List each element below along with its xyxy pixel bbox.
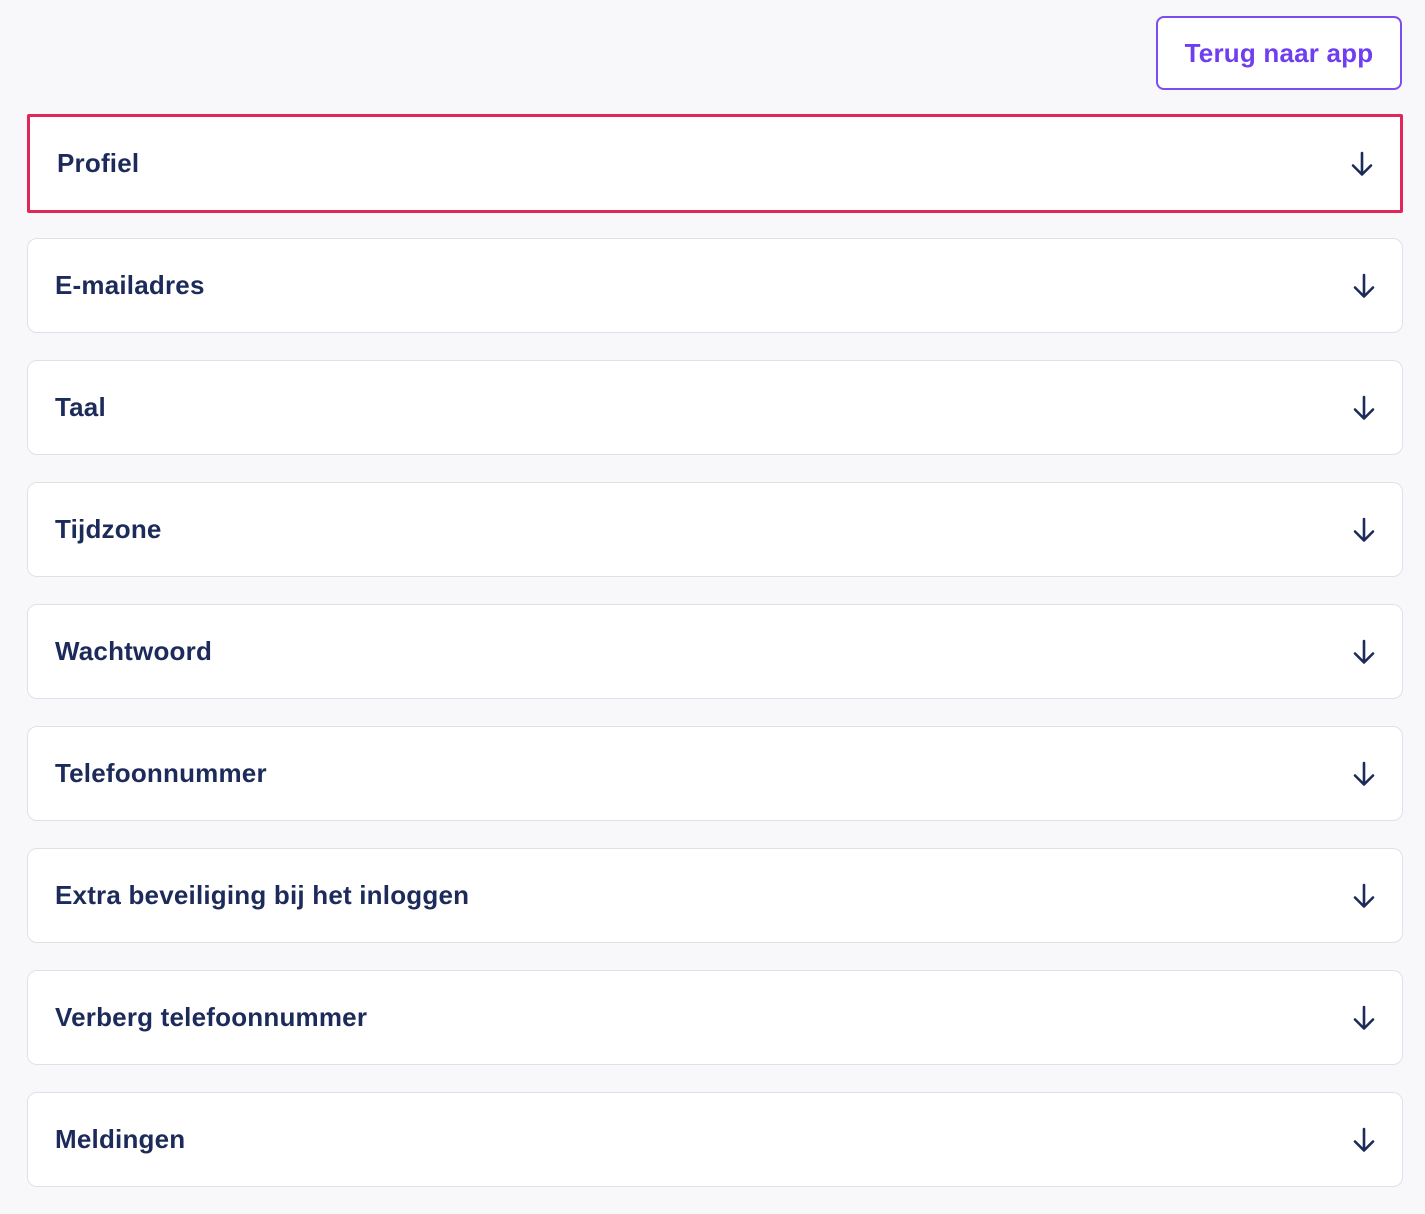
accordion-item-meldingen[interactable]: Meldingen xyxy=(27,1092,1403,1187)
top-bar: Terug naar app xyxy=(1156,16,1402,90)
accordion-item-label: Meldingen xyxy=(55,1124,186,1154)
accordion-item-verberg-telefoonnummer[interactable]: Verberg telefoonnummer xyxy=(27,970,1403,1065)
arrow-down-icon[interactable] xyxy=(1346,390,1382,426)
accordion-item-label: Tijdzone xyxy=(55,514,162,544)
accordion-item-taal[interactable]: Taal xyxy=(27,360,1403,455)
arrow-down-icon[interactable] xyxy=(1346,878,1382,914)
accordion-item-wachtwoord[interactable]: Wachtwoord xyxy=(27,604,1403,699)
settings-accordion-list: Profiel E-mailadres Taal Tijdzone Wachtw… xyxy=(27,114,1403,1214)
accordion-item-label: Verberg telefoonnummer xyxy=(55,1002,368,1032)
accordion-item-label: Profiel xyxy=(57,148,140,178)
accordion-item-tijdzone[interactable]: Tijdzone xyxy=(27,482,1403,577)
accordion-item-telefoonnummer[interactable]: Telefoonnummer xyxy=(27,726,1403,821)
arrow-down-icon[interactable] xyxy=(1346,1122,1382,1158)
arrow-down-icon[interactable] xyxy=(1346,1000,1382,1036)
accordion-item-label: Wachtwoord xyxy=(55,636,213,666)
accordion-item-extra-beveiliging[interactable]: Extra beveiliging bij het inloggen xyxy=(27,848,1403,943)
accordion-item-e-mailadres[interactable]: E-mailadres xyxy=(27,238,1403,333)
accordion-item-label: Telefoonnummer xyxy=(55,758,267,788)
arrow-down-icon[interactable] xyxy=(1344,146,1380,182)
arrow-down-icon[interactable] xyxy=(1346,756,1382,792)
accordion-item-label: E-mailadres xyxy=(55,270,205,300)
arrow-down-icon[interactable] xyxy=(1346,634,1382,670)
accordion-item-label: Taal xyxy=(55,392,106,422)
back-to-app-button[interactable]: Terug naar app xyxy=(1156,16,1402,90)
accordion-item-profiel[interactable]: Profiel xyxy=(27,114,1403,213)
accordion-item-label: Extra beveiliging bij het inloggen xyxy=(55,880,470,910)
arrow-down-icon[interactable] xyxy=(1346,268,1382,304)
arrow-down-icon[interactable] xyxy=(1346,512,1382,548)
